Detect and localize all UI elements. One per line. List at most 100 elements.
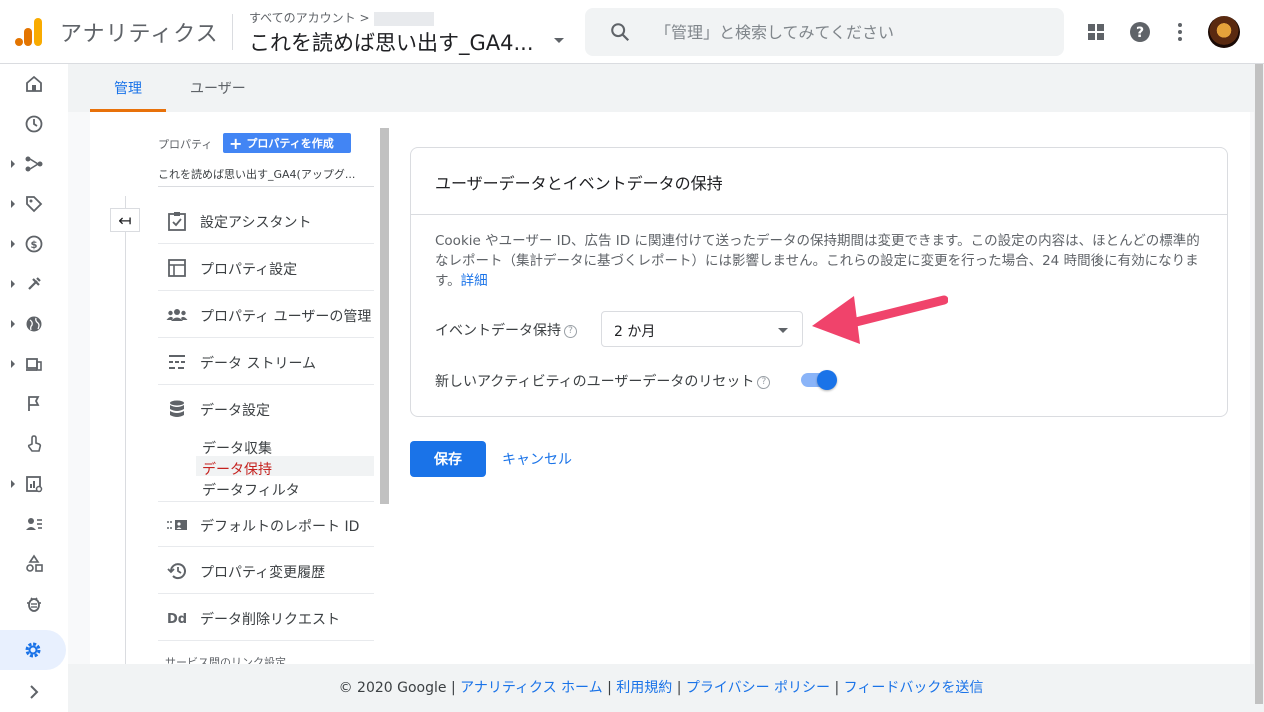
- search-bar[interactable]: [585, 8, 1064, 56]
- menu-label: データ ストリーム: [200, 356, 317, 372]
- checklist-icon: [168, 212, 186, 231]
- menu-label: データ削除リクエスト: [200, 612, 340, 628]
- nav-events[interactable]: [0, 384, 68, 424]
- menu-label: 設定アシスタント: [200, 215, 312, 231]
- shapes-icon: [26, 554, 43, 572]
- nav-realtime[interactable]: [0, 104, 68, 144]
- nav-tags[interactable]: [0, 184, 68, 224]
- menu-label: プロパティ変更履歴: [200, 565, 326, 581]
- chevron-right-icon: [30, 685, 39, 699]
- footer-link-feedback[interactable]: フィードバックを送信: [844, 680, 984, 696]
- nav-audiences[interactable]: [0, 504, 68, 544]
- next-section-partial[interactable]: サービス間のリンク設定: [165, 656, 286, 664]
- help-icon[interactable]: ?: [1128, 20, 1152, 44]
- save-button[interactable]: 保存: [410, 441, 486, 477]
- left-nav-rail: $: [0, 64, 68, 712]
- menu-label: データ設定: [200, 403, 270, 419]
- reset-label: 新しいアクティビティのユーザーデータのリセット?: [435, 371, 771, 391]
- nav-conversions[interactable]: [0, 424, 68, 464]
- menu-label: デフォルトのレポート ID: [200, 519, 360, 535]
- property-divider: [158, 186, 374, 187]
- card-title: ユーザーデータとイベントデータの保持: [435, 174, 723, 193]
- page-scrollbar[interactable]: [1254, 64, 1264, 712]
- nav-monetization[interactable]: $: [0, 224, 68, 264]
- event-retention-select[interactable]: 2 か月: [601, 311, 803, 347]
- footer-link-home[interactable]: アナリティクス ホーム: [460, 680, 603, 696]
- nav-lifecycle[interactable]: [0, 144, 68, 184]
- database-icon: [170, 400, 184, 417]
- globe-icon: [26, 316, 42, 332]
- property-label: プロパティ: [158, 138, 213, 151]
- admin-tabs: 管理 ユーザー: [68, 64, 1254, 112]
- nav-configure[interactable]: [0, 544, 68, 584]
- flag-icon: [28, 396, 40, 411]
- back-arrow-icon[interactable]: ↤: [110, 208, 140, 232]
- menu-report-id[interactable]: デフォルトのレポート ID: [158, 501, 374, 547]
- property-selector[interactable]: これを読めば思い出す_GA4(アップグ...: [158, 166, 374, 182]
- toggle-knob: [817, 370, 837, 390]
- nav-expand[interactable]: [0, 672, 68, 712]
- help-icon[interactable]: ?: [564, 324, 577, 338]
- nav-demographics[interactable]: [0, 304, 68, 344]
- cancel-button[interactable]: キャンセル: [502, 449, 572, 469]
- users-icon: [166, 309, 188, 321]
- app-name: アナリティクス: [60, 22, 219, 47]
- submenu-data-retention[interactable]: データ保持: [202, 459, 272, 479]
- scrollbar-thumb[interactable]: [1255, 64, 1263, 704]
- event-retention-label: イベントデータ保持?: [435, 320, 577, 340]
- help-icon[interactable]: ?: [757, 375, 771, 389]
- dd-icon: Dd: [167, 612, 187, 627]
- submenu-data-collection[interactable]: データ収集: [202, 438, 272, 458]
- submenu-data-filters[interactable]: データフィルタ: [202, 480, 300, 500]
- event-retention-text: イベントデータ保持: [435, 323, 561, 339]
- menu-label: プロパティ設定: [200, 262, 298, 278]
- person-list-icon: [26, 518, 42, 530]
- nav-tech[interactable]: [0, 344, 68, 384]
- account-path-text: すべてのアカウント >: [249, 11, 370, 25]
- details-link[interactable]: 詳細: [461, 273, 488, 289]
- svg-text:$: $: [31, 240, 38, 251]
- search-icon: [611, 23, 630, 42]
- column-guide-line: [125, 196, 126, 664]
- account-selector[interactable]: これを読めば思い出す_GA4...: [249, 27, 534, 57]
- menu-change-history[interactable]: プロパティ変更履歴: [158, 548, 374, 594]
- report-search-icon: [26, 476, 43, 493]
- reset-toggle[interactable]: [801, 370, 837, 390]
- apps-grid-icon[interactable]: [1084, 20, 1108, 44]
- column-scrollbar[interactable]: [380, 128, 389, 504]
- nav-analysis[interactable]: [0, 464, 68, 504]
- footer-link-privacy[interactable]: プライバシー ポリシー: [686, 680, 830, 696]
- flow-icon: [25, 156, 43, 172]
- nav-home[interactable]: [0, 64, 68, 104]
- annotation-arrow-icon: [812, 295, 948, 344]
- menu-property-settings[interactable]: プロパティ設定: [158, 245, 374, 291]
- create-property-label: プロパティを作成: [246, 137, 334, 150]
- menu-data-deletion[interactable]: Dd データ削除リクエスト: [158, 595, 374, 641]
- avatar[interactable]: [1208, 16, 1240, 48]
- menu-data-streams[interactable]: データ ストリーム: [158, 339, 374, 385]
- analytics-logo-icon[interactable]: [14, 16, 44, 48]
- chevron-down-icon[interactable]: [554, 38, 564, 43]
- chevron-down-icon: [778, 328, 788, 333]
- clock-icon: [25, 115, 43, 133]
- menu-data-settings[interactable]: データ設定: [158, 386, 374, 432]
- nav-retention[interactable]: [0, 264, 68, 304]
- nav-debug[interactable]: [0, 584, 68, 624]
- menu-setup-assistant[interactable]: 設定アシスタント: [158, 198, 374, 244]
- nav-admin[interactable]: [0, 630, 66, 670]
- dollar-icon: $: [25, 235, 43, 253]
- touch-icon: [27, 435, 42, 452]
- search-input[interactable]: [655, 20, 1035, 44]
- create-property-button[interactable]: + プロパティを作成: [223, 133, 351, 153]
- tag-icon: [26, 196, 43, 213]
- retention-card: ユーザーデータとイベントデータの保持 Cookie やユーザー ID、広告 ID…: [410, 147, 1228, 417]
- account-breadcrumb[interactable]: すべてのアカウント >: [249, 9, 434, 26]
- id-card-icon: [167, 520, 187, 530]
- more-vert-icon[interactable]: [1168, 20, 1192, 44]
- footer-link-terms[interactable]: 利用規約: [616, 680, 672, 696]
- tab-user[interactable]: ユーザー: [190, 78, 246, 98]
- footer: © 2020 Google | アナリティクス ホーム | 利用規約 | プライ…: [68, 664, 1254, 712]
- tab-admin[interactable]: 管理: [114, 78, 142, 98]
- event-retention-value: 2 か月: [614, 324, 656, 340]
- menu-user-management[interactable]: プロパティ ユーザーの管理: [158, 292, 374, 338]
